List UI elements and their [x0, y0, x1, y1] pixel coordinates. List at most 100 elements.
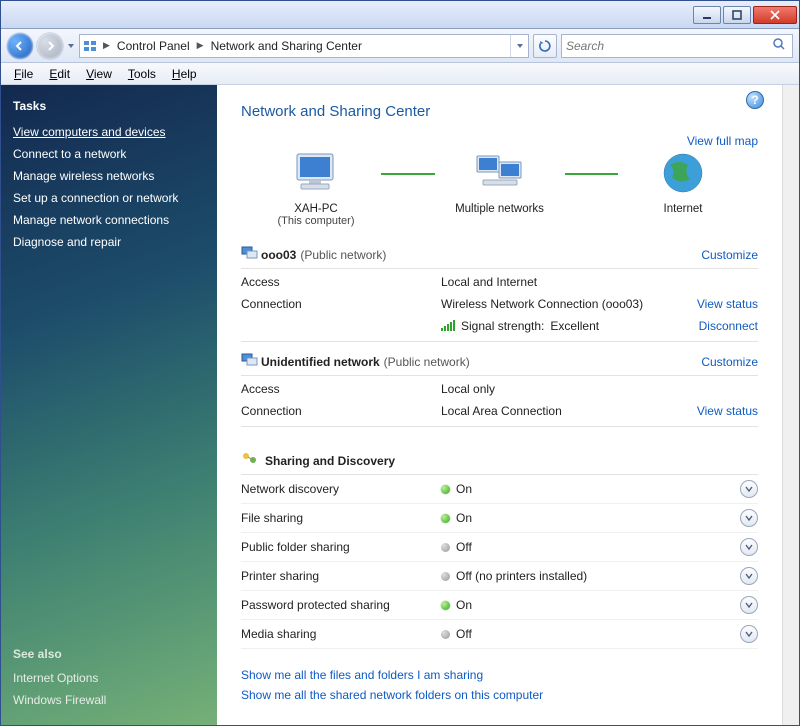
menu-tools[interactable]: Tools	[121, 65, 163, 83]
status-dot-icon	[441, 572, 450, 581]
chevron-right-icon: ▶	[100, 40, 113, 51]
signal-label: Signal strength:	[461, 319, 544, 333]
expand-button[interactable]	[740, 538, 758, 556]
network-section-2: Unidentified network (Public network) Cu…	[241, 352, 758, 427]
view-status-link[interactable]: View status	[668, 297, 758, 311]
sharing-label: Public folder sharing	[241, 540, 441, 554]
titlebar	[1, 1, 799, 29]
network1-name: ooo03	[261, 248, 296, 262]
status-dot-icon	[441, 485, 450, 494]
refresh-button[interactable]	[533, 34, 557, 58]
window: ▶ Control Panel ▶ Network and Sharing Ce…	[0, 0, 800, 726]
sharing-row: Media sharingOff	[241, 620, 758, 649]
access-label: Access	[241, 382, 441, 396]
multiple-networks-icon	[473, 150, 527, 196]
sharing-label: Media sharing	[241, 627, 441, 641]
sharing-row: Printer sharingOff (no printers installe…	[241, 562, 758, 591]
sharing-value: On	[441, 482, 740, 496]
seealso-heading: See also	[13, 647, 205, 661]
access-label: Access	[241, 275, 441, 289]
seealso-internet-options[interactable]: Internet Options	[13, 667, 205, 689]
status-dot-icon	[441, 514, 450, 523]
network1-type: (Public network)	[300, 248, 386, 262]
computer-icon	[289, 150, 343, 196]
search-input[interactable]	[566, 39, 772, 53]
forward-button[interactable]	[37, 33, 63, 59]
sharing-row: File sharingOn	[241, 504, 758, 533]
signal-strength-icon	[441, 321, 455, 331]
chevron-right-icon: ▶	[194, 40, 207, 51]
menu-file[interactable]: File	[7, 65, 40, 83]
view-status-link[interactable]: View status	[668, 404, 758, 418]
task-view-computers[interactable]: View computers and devices	[13, 121, 205, 143]
expand-button[interactable]	[740, 596, 758, 614]
sharing-value: Off (no printers installed)	[441, 569, 740, 583]
sharing-row: Network discoveryOn	[241, 475, 758, 504]
menubar: File Edit View Tools Help	[1, 63, 799, 85]
globe-icon	[660, 150, 706, 196]
disconnect-link[interactable]: Disconnect	[668, 319, 758, 333]
menu-help[interactable]: Help	[165, 65, 204, 83]
seealso-windows-firewall[interactable]: Windows Firewall	[13, 689, 205, 711]
network2-customize-link[interactable]: Customize	[701, 355, 758, 369]
expand-button[interactable]	[740, 567, 758, 585]
status-dot-icon	[441, 601, 450, 610]
close-button[interactable]	[753, 6, 797, 24]
connection-label: Connection	[241, 297, 441, 311]
expand-button[interactable]	[740, 625, 758, 643]
body: Tasks View computers and devices Connect…	[1, 85, 799, 725]
connection-value: Local Area Connection	[441, 404, 668, 418]
sharing-value: Off	[441, 540, 740, 554]
breadcrumb-network-sharing[interactable]: Network and Sharing Center	[207, 35, 366, 57]
minimize-button[interactable]	[693, 6, 721, 24]
sharing-value: On	[441, 511, 740, 525]
show-shared-files-link[interactable]: Show me all the files and folders I am s…	[241, 665, 758, 685]
view-full-map-link[interactable]: View full map	[687, 134, 758, 148]
search-box[interactable]	[561, 34, 793, 58]
location-icon	[80, 38, 100, 54]
sharing-label: Password protected sharing	[241, 598, 441, 612]
networks-label: Multiple networks	[425, 203, 575, 215]
task-manage-wireless[interactable]: Manage wireless networks	[13, 165, 205, 187]
tasks-heading: Tasks	[13, 99, 205, 113]
sharing-row: Password protected sharingOn	[241, 591, 758, 620]
task-diagnose-repair[interactable]: Diagnose and repair	[13, 231, 205, 253]
address-bar[interactable]: ▶ Control Panel ▶ Network and Sharing Ce…	[79, 34, 529, 58]
pc-sub: (This computer)	[241, 215, 391, 227]
breadcrumb-control-panel[interactable]: Control Panel	[113, 35, 194, 57]
expand-button[interactable]	[740, 480, 758, 498]
menu-edit[interactable]: Edit	[42, 65, 77, 83]
network2-type: (Public network)	[384, 355, 470, 369]
sharing-label: Network discovery	[241, 482, 441, 496]
access-value: Local only	[441, 382, 668, 396]
map-node-pc: XAH-PC (This computer)	[241, 150, 391, 227]
back-button[interactable]	[7, 33, 33, 59]
map-node-networks: Multiple networks	[425, 150, 575, 227]
page-title: Network and Sharing Center	[241, 103, 758, 120]
menu-view[interactable]: View	[79, 65, 119, 83]
bottom-links: Show me all the files and folders I am s…	[241, 665, 758, 705]
navbar: ▶ Control Panel ▶ Network and Sharing Ce…	[1, 29, 799, 63]
sharing-label: File sharing	[241, 511, 441, 525]
help-button[interactable]: ?	[746, 91, 764, 109]
address-dropdown[interactable]	[510, 35, 528, 57]
task-setup-connection[interactable]: Set up a connection or network	[13, 187, 205, 209]
connection-label: Connection	[241, 404, 441, 418]
signal-value: Excellent	[550, 319, 599, 333]
sharing-discovery-heading: Sharing and Discovery	[241, 451, 758, 475]
status-dot-icon	[441, 630, 450, 639]
task-connect-network[interactable]: Connect to a network	[13, 143, 205, 165]
content-pane: ? Network and Sharing Center View full m…	[217, 85, 782, 725]
maximize-button[interactable]	[723, 6, 751, 24]
scrollbar[interactable]	[782, 85, 799, 725]
network1-customize-link[interactable]: Customize	[701, 248, 758, 262]
nav-history-icon[interactable]	[67, 41, 75, 51]
sidebar: Tasks View computers and devices Connect…	[1, 85, 217, 725]
sharing-value: On	[441, 598, 740, 612]
pc-name: XAH-PC	[241, 203, 391, 215]
search-icon	[772, 37, 788, 54]
network-icon	[241, 245, 261, 264]
show-shared-folders-link[interactable]: Show me all the shared network folders o…	[241, 685, 758, 705]
expand-button[interactable]	[740, 509, 758, 527]
task-manage-connections[interactable]: Manage network connections	[13, 209, 205, 231]
